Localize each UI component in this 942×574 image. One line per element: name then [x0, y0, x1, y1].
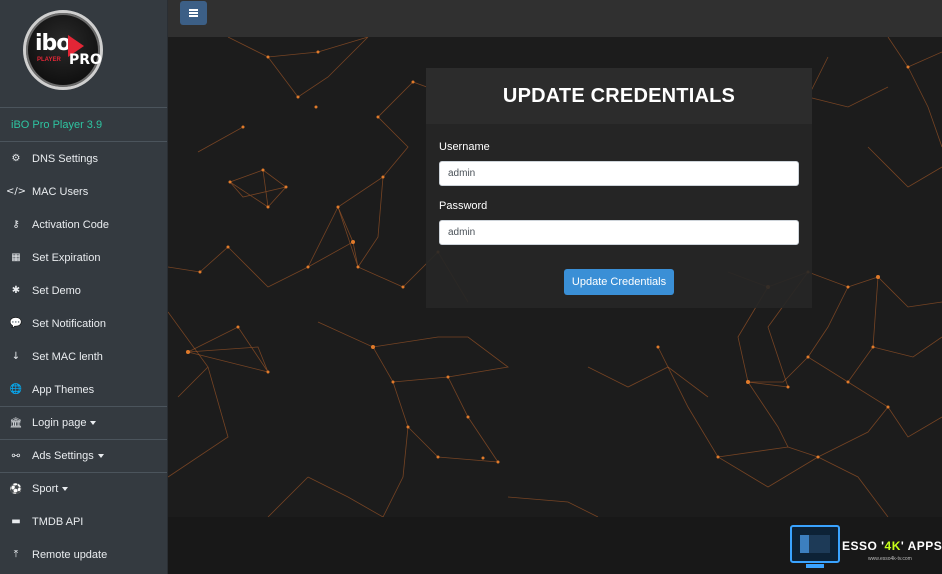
username-input[interactable] [439, 161, 799, 186]
upload-icon: ⤒ [13, 549, 19, 560]
caret-down-icon [90, 421, 97, 425]
hamburger-icon [189, 12, 198, 14]
sidebar-item-sport[interactable]: ⚽ Sport [0, 472, 167, 505]
sidebar-item-remote-update[interactable]: ⤒ Remote update [0, 538, 167, 571]
top-bar [168, 0, 942, 37]
bank-icon: 🏛 [9, 417, 23, 429]
sidebar-item-mac-users[interactable]: </> MAC Users [0, 175, 167, 208]
watermark: ESSO '4K' APPS www.esso4k-tv.com [788, 523, 942, 574]
key-icon: ⚷ [12, 219, 20, 230]
sidebar-item-label: Login page [32, 417, 87, 429]
sidebar-item-label: Set Expiration [32, 251, 101, 264]
sidebar-item-label: Remote update [32, 548, 108, 561]
globe-icon: 🌐 [9, 384, 23, 395]
credentials-card: UPDATE CREDENTIALS Username Password Upd… [426, 68, 812, 308]
sort-numeric-icon: ↓ [11, 351, 21, 362]
password-label: Password [439, 200, 488, 212]
brand: ibo PRO PLAYER [0, 0, 167, 108]
menu-toggle-button[interactable] [180, 1, 207, 25]
cogs-icon: ⚙ [11, 153, 21, 164]
watermark-url: www.esso4k-tv.com [868, 556, 912, 562]
sidebar-item-label: Set Demo [32, 284, 81, 297]
sidebar-item-label: Ads Settings [32, 450, 94, 462]
sidebar-item-set-demo[interactable]: ✱ Set Demo [0, 274, 167, 307]
code-icon: </> [5, 186, 27, 197]
sidebar-item-ads-settings[interactable]: ⚯ Ads Settings [0, 439, 167, 472]
caret-down-icon [62, 487, 69, 491]
sidebar: ibo PRO PLAYER iBO Pro Player 3.9 ⚙ DNS … [0, 0, 168, 574]
username-label: Username [439, 141, 490, 153]
sidebar-item-activation-code[interactable]: ⚷ Activation Code [0, 208, 167, 241]
sidebar-item-label: MAC Users [32, 185, 89, 198]
sidebar-item-label: TMDB API [32, 515, 84, 528]
comment-icon: 💬 [9, 318, 23, 329]
password-input[interactable] [439, 220, 799, 245]
tv-icon: ▬ [11, 516, 21, 527]
sidebar-item-dns-settings[interactable]: ⚙ DNS Settings [0, 142, 167, 175]
card-header: UPDATE CREDENTIALS [426, 68, 812, 124]
logo-brand: ibo [35, 31, 71, 56]
calendar-icon: ▦ [11, 252, 21, 263]
sidebar-item-app-themes[interactable]: 🌐 App Themes [0, 373, 167, 406]
sidebar-item-label: Sport [32, 483, 59, 495]
update-credentials-button[interactable]: Update Credentials [564, 269, 674, 295]
logo-pro: PRO [69, 52, 102, 68]
sidebar-item-label: App Themes [32, 383, 95, 396]
sidebar-item-label: Set MAC lenth [32, 350, 103, 363]
logo-player: PLAYER [37, 57, 61, 63]
app-logo[interactable]: ibo PRO PLAYER [23, 10, 103, 90]
sidebar-item-label: DNS Settings [32, 152, 99, 165]
app-version[interactable]: iBO Pro Player 3.9 [0, 108, 167, 142]
watermark-text: ESSO '4K' APPS [842, 539, 942, 553]
sidebar-item-set-expiration[interactable]: ▦ Set Expiration [0, 241, 167, 274]
sidebar-item-tmdb-api[interactable]: ▬ TMDB API [0, 505, 167, 538]
sidebar-item-label: Set Notification [32, 317, 106, 330]
sidebar-item-set-notification[interactable]: 💬 Set Notification [0, 307, 167, 340]
page-title: UPDATE CREDENTIALS [502, 84, 736, 107]
asterisk-icon: ✱ [11, 285, 21, 296]
sidebar-item-label: Activation Code [32, 218, 110, 231]
sidebar-item-set-mac-length[interactable]: ↓ Set MAC lenth [0, 340, 167, 373]
binoculars-icon: ⚯ [11, 450, 21, 462]
caret-down-icon [97, 454, 104, 458]
monitor-icon [790, 525, 840, 563]
sidebar-item-login-page[interactable]: 🏛 Login page [0, 406, 167, 439]
soccer-ball-icon: ⚽ [9, 483, 23, 495]
